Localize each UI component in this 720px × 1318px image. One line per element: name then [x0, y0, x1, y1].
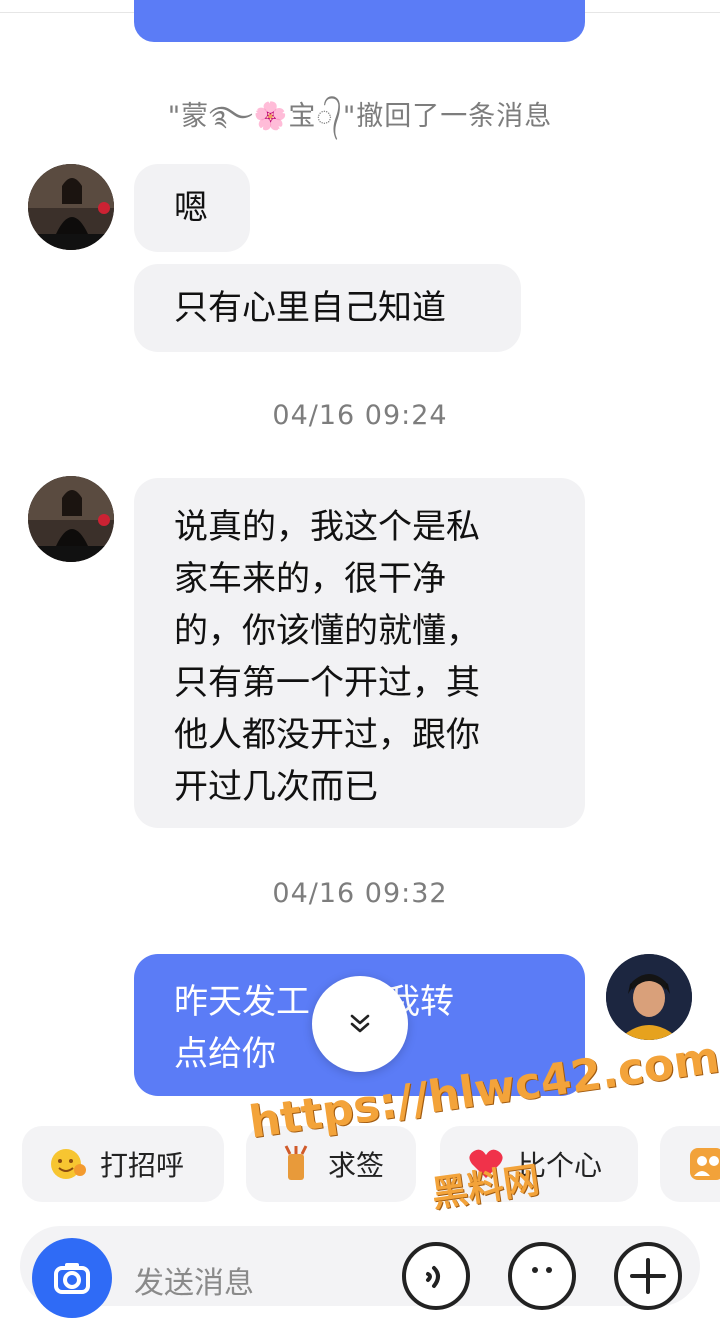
message-text: 嗯	[174, 188, 208, 228]
emoji-icon	[532, 1267, 552, 1273]
message-bubble-incoming[interactable]: 嗯	[134, 164, 250, 252]
recall-notice: "蒙࿐🌸宝᭄"撤回了一条消息	[167, 101, 553, 132]
message-line: 家车来的，很干净	[174, 559, 446, 599]
message-line: 开过几次而已	[174, 767, 378, 807]
quick-action-label: 打招呼	[100, 1149, 185, 1182]
chevron-double-down-icon	[350, 1014, 370, 1033]
message-line: 的，你该懂的就懂，	[174, 611, 480, 651]
message-line: 只有第一个开过，其	[174, 663, 480, 703]
avatar-photo-icon	[28, 164, 114, 250]
message-text: 只有心里自己知道	[174, 288, 446, 328]
timestamp: 04/16 09:32	[272, 878, 448, 909]
fortune-icon	[276, 1144, 316, 1184]
voice-button[interactable]	[402, 1242, 470, 1310]
voice-icon	[426, 1266, 440, 1288]
smile-wave-icon	[48, 1144, 88, 1184]
quick-action-greet[interactable]: 打招呼	[22, 1126, 224, 1202]
my-avatar[interactable]	[606, 954, 692, 1040]
plus-icon	[630, 1258, 666, 1294]
message-line: 他人都没开过，跟你	[174, 715, 480, 755]
scroll-to-bottom-button[interactable]	[312, 976, 408, 1072]
avatar-photo-icon	[606, 954, 692, 1040]
contact-avatar[interactable]	[28, 476, 114, 562]
camera-icon	[54, 1263, 90, 1294]
camera-button[interactable]	[32, 1238, 112, 1318]
avatar-photo-icon	[28, 476, 114, 562]
contact-avatar[interactable]	[28, 164, 114, 250]
quick-action-group[interactable]	[660, 1126, 720, 1202]
more-button[interactable]	[614, 1242, 682, 1310]
group-icon	[688, 1144, 720, 1184]
message-line: 说真的，我这个是私	[174, 507, 480, 547]
message-bubble-incoming[interactable]: 说真的，我这个是私 家车来的，很干净 的，你该懂的就懂， 只有第一个开过，其 他…	[134, 478, 585, 828]
outgoing-bubble-partial[interactable]	[134, 0, 585, 42]
message-input[interactable]: 发送消息	[134, 1258, 254, 1302]
timestamp: 04/16 09:24	[272, 400, 448, 431]
message-input-bar	[20, 1226, 700, 1306]
quick-action-label: 求签	[328, 1149, 385, 1182]
emoji-button[interactable]	[508, 1242, 576, 1310]
message-bubble-incoming[interactable]: 只有心里自己知道	[134, 264, 521, 352]
